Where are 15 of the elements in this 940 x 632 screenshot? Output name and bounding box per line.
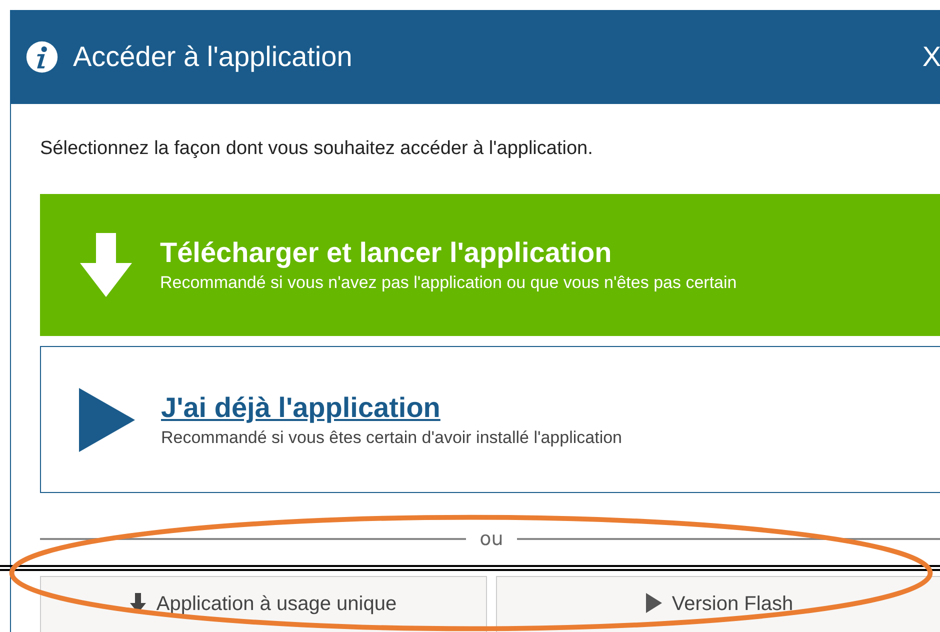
option-title[interactable]: J'ai déjà l'application [161, 392, 622, 424]
launch-option-button[interactable]: J'ai déjà l'application Recommandé si vous êtes certain d'avoir installé l'application [40, 346, 940, 493]
option-title: Télécharger et lancer l'application [160, 237, 613, 269]
option-subtitle: Recommandé si vous êtes certain d'avoir installé l'application [161, 428, 622, 448]
play-icon [79, 388, 135, 452]
option-subtitle: Recommandé si vous n'avez pas l'application ou que vous n'êtes pas certain [160, 273, 737, 293]
info-icon [25, 40, 59, 74]
close-button[interactable]: X [922, 41, 940, 73]
play-icon [646, 593, 662, 613]
instruction-text: Sélectionnez la façon dont vous souhaitez accéder à l'application. [40, 138, 594, 160]
alternative-button[interactable]: Application à usage unique [40, 576, 487, 632]
window-title: Accéder à l'application [73, 41, 354, 73]
separator-text: ou [478, 528, 504, 550]
down-arrow-icon [78, 233, 134, 297]
alternative-button[interactable]: Version Flash [496, 576, 940, 632]
